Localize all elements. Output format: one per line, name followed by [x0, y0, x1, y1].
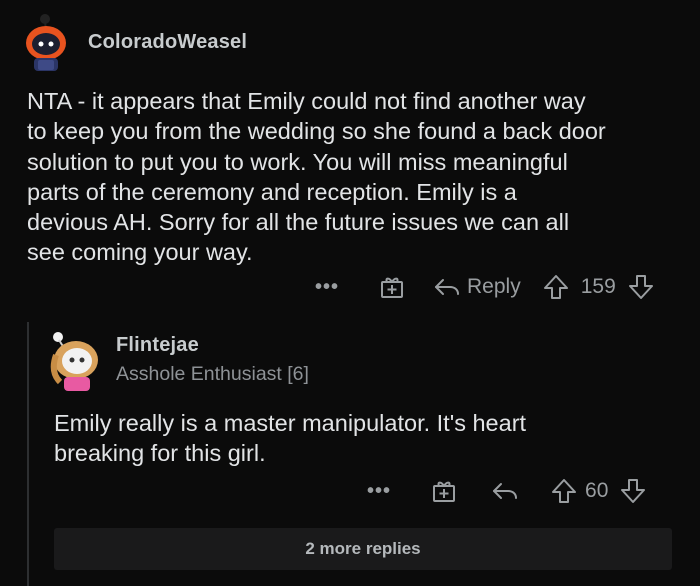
downvote-arrow-icon: [621, 479, 646, 503]
reply-icon: [493, 483, 518, 499]
avatar-flintejae[interactable]: [46, 330, 102, 391]
upvote-button[interactable]: [543, 274, 569, 300]
reply-body: Emily really is a master manipulator. It…: [54, 408, 684, 469]
comment-actions: ••• Reply 159: [315, 274, 654, 300]
comment-line: NTA - it appears that Emily could not fi…: [27, 88, 586, 114]
downvote-button[interactable]: [620, 478, 646, 504]
comment-line: see coming your way.: [27, 239, 253, 266]
upvote-arrow-icon: [552, 479, 577, 503]
award-button[interactable]: [379, 274, 405, 300]
more-replies-button[interactable]: 2 more replies: [54, 528, 672, 570]
gift-icon: [381, 277, 404, 298]
username[interactable]: Flintejae: [116, 334, 309, 357]
upvote-arrow-icon: [543, 275, 568, 299]
downvote-button[interactable]: [628, 274, 654, 300]
more-replies-label: 2 more replies: [305, 539, 421, 558]
avatar-coloradoweasel[interactable]: [18, 12, 74, 72]
downvote-arrow-icon: [628, 275, 653, 299]
more-options-button[interactable]: •••: [315, 276, 339, 299]
comment-line: to keep you from the wedding so she foun…: [27, 118, 606, 145]
award-button[interactable]: [431, 478, 457, 504]
thread-line[interactable]: [27, 322, 29, 586]
comment-line: solution to put you to work. You will mi…: [27, 148, 568, 175]
vote-count: 60: [585, 479, 609, 502]
comment-line: breaking for this girl.: [54, 440, 266, 467]
upvote-button[interactable]: [551, 478, 577, 504]
reply-actions: ••• 60: [367, 478, 646, 504]
vote-count: 159: [580, 275, 616, 298]
comment-line: devious AH. Sorry for all the future iss…: [27, 209, 570, 236]
reply-button[interactable]: Reply: [433, 275, 521, 299]
reply-header: Flintejae Asshole Enthusiast [6]: [46, 330, 309, 391]
gift-icon: [433, 481, 456, 502]
reply-icon: [435, 279, 460, 295]
reply-label: Reply: [467, 275, 521, 298]
comment-line: Emily really is a master manipulator. It…: [54, 410, 527, 436]
comment-body: NTA - it appears that Emily could not fi…: [27, 86, 687, 268]
more-options-button[interactable]: •••: [367, 480, 391, 503]
comment-header: ColoradoWeasel: [18, 12, 247, 72]
reply-button[interactable]: [491, 479, 519, 503]
username[interactable]: ColoradoWeasel: [88, 31, 247, 54]
comment-line: parts of the ceremony and reception. Emi…: [27, 178, 517, 205]
user-flair: Asshole Enthusiast [6]: [116, 363, 309, 385]
